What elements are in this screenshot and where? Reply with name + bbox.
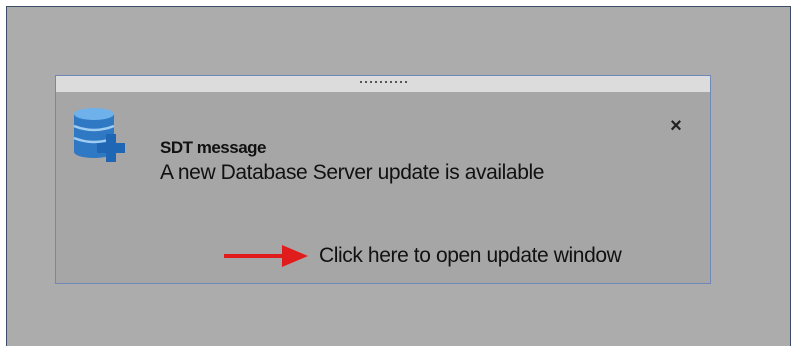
close-button[interactable]: ×: [664, 114, 688, 138]
drag-grip-bar[interactable]: [56, 76, 710, 92]
notification-title: SDT message: [160, 138, 267, 157]
close-icon: ×: [670, 115, 682, 137]
red-arrow-icon: [224, 245, 308, 267]
drag-grip-icon: [359, 81, 407, 83]
notification-message: A new Database Server update is availabl…: [160, 161, 545, 184]
open-update-window-link[interactable]: Click here to open update window: [319, 244, 622, 268]
database-add-icon: [73, 108, 125, 162]
update-notification[interactable]: × SDT message A new Database Server upda…: [55, 75, 711, 284]
